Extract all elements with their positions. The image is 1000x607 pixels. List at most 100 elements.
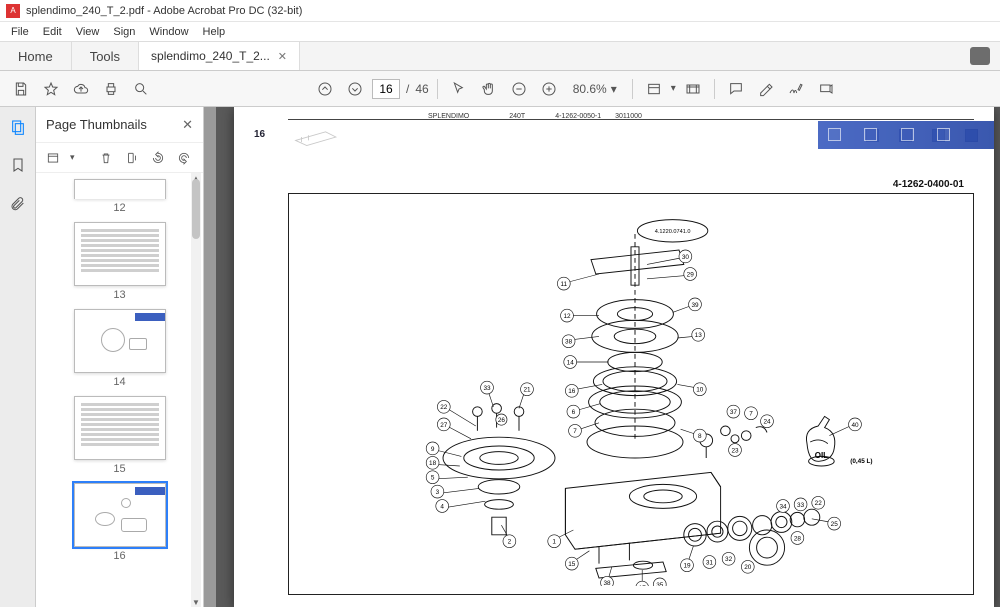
comment-icon[interactable] [723, 76, 749, 102]
thumb-page-image [74, 483, 166, 547]
zoom-select[interactable]: 80.6% ▾ [566, 78, 624, 100]
thumb-item[interactable]: 14 [74, 309, 166, 388]
svg-text:16: 16 [568, 388, 576, 395]
thumb-item[interactable]: 16 [74, 483, 166, 562]
thumb-page-image [74, 222, 166, 286]
thumbnails-header: Page Thumbnails ✕ [36, 107, 203, 143]
thumb-extract-icon[interactable] [123, 149, 141, 167]
svg-text:3: 3 [436, 489, 440, 496]
thumb-page-number: 13 [113, 289, 125, 301]
page-number-input[interactable] [372, 79, 400, 99]
svg-text:7: 7 [749, 411, 753, 418]
band-square [864, 128, 877, 141]
close-panel-icon[interactable]: ✕ [182, 117, 193, 133]
assembly-ref: 4.1220.0741.0 [655, 229, 691, 235]
svg-text:19: 19 [683, 563, 691, 570]
menu-view[interactable]: View [71, 25, 105, 39]
tab-tools[interactable]: Tools [72, 42, 139, 70]
menu-file[interactable]: File [6, 25, 34, 39]
cloud-upload-icon[interactable] [68, 76, 94, 102]
section-band [818, 121, 994, 149]
stamp-icon[interactable] [813, 76, 839, 102]
prev-page-sliver [204, 107, 216, 607]
thumbnails-panel: Page Thumbnails ✕ ▾ 12 13 [36, 107, 204, 607]
svg-text:20: 20 [744, 564, 752, 571]
fit-width-icon[interactable] [641, 76, 667, 102]
chevron-down-icon[interactable]: ▾ [671, 83, 676, 94]
thumb-item[interactable]: 15 [74, 396, 166, 475]
menu-edit[interactable]: Edit [38, 25, 67, 39]
sign-icon[interactable] [783, 76, 809, 102]
pdf-page: SPLENDIMO 240T 4-1262-0050-1 3011000 16 [234, 107, 994, 607]
svg-text:27: 27 [440, 422, 448, 429]
thumb-page-number: 12 [113, 202, 125, 214]
rail-attachment-icon[interactable] [8, 193, 28, 213]
oil-volume: (0,45 L) [850, 458, 872, 465]
tab-document[interactable]: splendimo_240_T_2... ✕ [139, 42, 300, 70]
svg-text:37: 37 [730, 409, 738, 416]
read-mode-icon[interactable] [680, 76, 706, 102]
menu-help[interactable]: Help [198, 25, 231, 39]
svg-text:25: 25 [831, 521, 839, 528]
scroll-thumb[interactable] [192, 179, 200, 239]
selection-tool-icon[interactable] [446, 76, 472, 102]
zoom-out-icon[interactable] [506, 76, 532, 102]
thumbnails-tools: ▾ [36, 143, 203, 173]
svg-text:38: 38 [565, 339, 573, 346]
svg-text:38: 38 [603, 580, 611, 586]
svg-text:29: 29 [687, 271, 695, 278]
svg-text:33: 33 [483, 385, 491, 392]
thumbnails-title: Page Thumbnails [46, 117, 147, 132]
svg-text:24: 24 [763, 419, 771, 426]
window-title: splendimo_240_T_2.pdf - Adobe Acrobat Pr… [26, 5, 302, 17]
svg-text:4: 4 [440, 503, 444, 510]
tab-strip: Home Tools splendimo_240_T_2... ✕ [0, 41, 1000, 71]
svg-text:7: 7 [573, 428, 577, 435]
rail-thumbnails-icon[interactable] [8, 117, 28, 137]
oil-label: OIL [815, 451, 828, 460]
thumb-options-icon[interactable] [44, 149, 62, 167]
svg-text:34: 34 [779, 503, 787, 510]
page-indicator: / 46 [372, 79, 429, 99]
page-down-icon[interactable] [342, 76, 368, 102]
thumb-item[interactable]: 12 [74, 179, 166, 214]
thumb-rotate-cw-icon[interactable] [175, 149, 193, 167]
star-icon[interactable] [38, 76, 64, 102]
svg-text:12: 12 [563, 313, 571, 320]
zoom-in-icon[interactable] [536, 76, 562, 102]
print-icon[interactable] [98, 76, 124, 102]
svg-text:6: 6 [572, 409, 576, 416]
menu-sign[interactable]: Sign [108, 25, 140, 39]
tab-home[interactable]: Home [0, 42, 72, 70]
thumb-page-number: 14 [113, 376, 125, 388]
thumb-rotate-ccw-icon[interactable] [149, 149, 167, 167]
hand-tool-icon[interactable] [476, 76, 502, 102]
svg-text:17: 17 [639, 585, 647, 586]
share-feedback-icon[interactable] [970, 47, 990, 65]
svg-text:2: 2 [508, 539, 512, 546]
thumb-page-image [74, 396, 166, 460]
page-up-icon[interactable] [312, 76, 338, 102]
thumb-item[interactable]: 13 [74, 222, 166, 301]
thumb-delete-icon[interactable] [97, 149, 115, 167]
menu-window[interactable]: Window [144, 25, 193, 39]
chevron-down-icon[interactable]: ▾ [70, 152, 75, 163]
search-icon[interactable] [128, 76, 154, 102]
rail-bookmark-icon[interactable] [8, 155, 28, 175]
svg-text:23: 23 [731, 447, 739, 454]
svg-text:11: 11 [560, 281, 567, 288]
scroll-down-icon[interactable]: ▼ [191, 597, 201, 607]
highlight-icon[interactable] [753, 76, 779, 102]
document-viewport[interactable]: SPLENDIMO 240T 4-1262-0050-1 3011000 16 [204, 107, 1000, 607]
svg-text:32: 32 [725, 556, 733, 563]
svg-text:10: 10 [696, 387, 704, 394]
band-square [828, 128, 841, 141]
main-toolbar: / 46 80.6% ▾ ▾ [0, 71, 1000, 107]
thumbnails-list[interactable]: 12 13 14 [36, 173, 203, 607]
chevron-down-icon: ▾ [611, 82, 617, 96]
thumbnails-scrollbar[interactable]: ▲ ▼ [191, 173, 201, 607]
drawing-code: 4-1262-0400-01 [893, 179, 964, 190]
save-icon[interactable] [8, 76, 34, 102]
tab-close-icon[interactable]: ✕ [278, 50, 287, 63]
svg-text:35: 35 [656, 582, 664, 586]
